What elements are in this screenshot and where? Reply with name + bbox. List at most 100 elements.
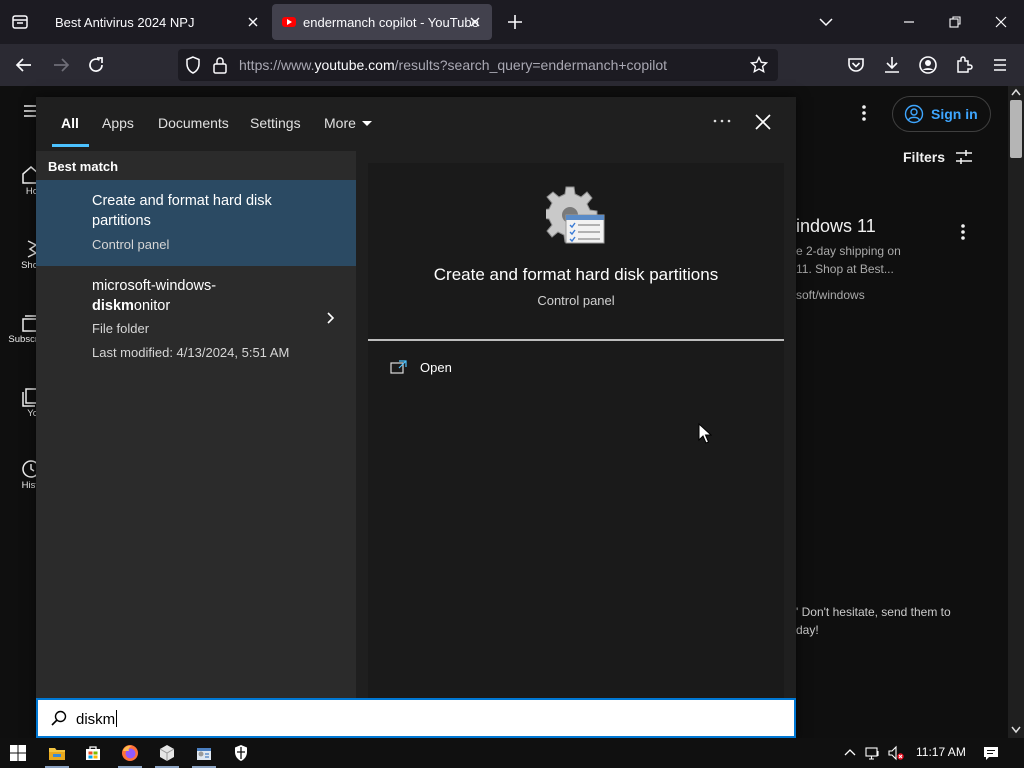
hamburger-icon[interactable] xyxy=(24,102,36,120)
preview-subtitle: Control panel xyxy=(537,293,615,308)
close-icon[interactable] xyxy=(244,13,262,31)
plus-icon[interactable] xyxy=(505,12,525,32)
url-text[interactable]: https://www.youtube.com/results?search_q… xyxy=(239,57,667,73)
more-vert-icon[interactable] xyxy=(960,222,966,242)
open-action[interactable]: Open xyxy=(390,359,452,375)
shield-icon[interactable] xyxy=(184,55,202,75)
tab-more[interactable]: More xyxy=(324,115,372,131)
preview-title: Create and format hard disk partitions xyxy=(433,265,719,284)
home-icon xyxy=(20,164,36,186)
taskbar-package[interactable] xyxy=(149,738,185,768)
sidebar-item-home[interactable]: Ho xyxy=(0,164,36,214)
tab-all[interactable]: All xyxy=(61,115,79,131)
user-circle-icon xyxy=(904,104,924,124)
result-subtitle: Control panel xyxy=(92,237,170,252)
scroll-up-icon[interactable] xyxy=(1011,88,1021,96)
more-vert-icon[interactable] xyxy=(861,103,867,123)
taskbar-file-explorer[interactable] xyxy=(39,738,75,768)
sign-in-label: Sign in xyxy=(931,106,978,122)
menu-icon[interactable] xyxy=(989,54,1011,76)
best-match-heading: Best match xyxy=(48,159,119,174)
network-icon[interactable] xyxy=(865,745,881,761)
result-title-rest: onitor xyxy=(133,298,171,314)
app-icon xyxy=(197,748,211,760)
sidebar-label: Subscr xyxy=(8,334,36,345)
active-tab-indicator xyxy=(52,144,89,147)
taskbar-security[interactable] xyxy=(223,738,259,768)
tab-list-icon[interactable] xyxy=(8,10,32,34)
url-path: /results?search_query=endermanch+copilot xyxy=(394,57,668,73)
video-description: e 2-day shipping on xyxy=(796,244,901,258)
star-icon[interactable] xyxy=(749,55,769,75)
result-item-selected[interactable]: Create and format hard disk partitions C… xyxy=(36,180,356,266)
tab-settings[interactable]: Settings xyxy=(250,115,301,131)
sidebar-label: Ho xyxy=(25,186,36,197)
taskbar-firefox[interactable] xyxy=(112,738,148,768)
windows-search-panel: All Apps Documents Settings More Best ma… xyxy=(36,97,796,740)
volume-muted-icon[interactable] xyxy=(888,745,904,761)
taskbar: 11:17 AM xyxy=(0,738,1024,768)
sidebar-item-history[interactable]: Hist xyxy=(0,458,36,508)
more-options-icon[interactable] xyxy=(712,111,732,131)
video-title[interactable]: indows 11 xyxy=(796,216,876,237)
search-query-text: diskm xyxy=(76,711,116,728)
browser-tab-bar: Best Antivirus 2024 NPJ endermanch copil… xyxy=(0,0,1024,44)
search-results-list: Best match Create and format hard disk p… xyxy=(36,151,356,698)
disk-management-icon xyxy=(546,185,606,247)
filters-button[interactable]: Filters xyxy=(903,148,974,166)
browser-tab-active[interactable]: endermanch copilot - YouTube xyxy=(272,4,492,40)
result-title: microsoft-windows-diskmonitor xyxy=(92,276,312,316)
sidebar-item-subscriptions[interactable]: Subscr xyxy=(0,312,36,362)
lock-icon[interactable] xyxy=(212,55,228,75)
extensions-icon[interactable] xyxy=(953,54,975,76)
filters-label: Filters xyxy=(903,149,946,165)
search-input[interactable]: diskm xyxy=(36,698,796,738)
url-host: youtube.com xyxy=(314,57,395,73)
url-bar[interactable]: https://www.youtube.com/results?search_q… xyxy=(178,49,778,81)
mouse-pointer-icon xyxy=(698,423,712,445)
taskbar-store[interactable] xyxy=(75,738,111,768)
chevron-down-icon[interactable] xyxy=(816,12,836,32)
shorts-icon xyxy=(20,238,36,260)
tab-documents[interactable]: Documents xyxy=(158,115,229,131)
sidebar-label: Yo xyxy=(27,408,36,419)
sidebar-item-you[interactable]: Yo xyxy=(0,386,36,436)
sidebar-item-shorts[interactable]: Sho xyxy=(0,238,36,288)
browser-tab[interactable]: Best Antivirus 2024 NPJ xyxy=(42,4,270,40)
tab-apps[interactable]: Apps xyxy=(102,115,134,131)
close-icon[interactable] xyxy=(466,13,484,31)
download-icon[interactable] xyxy=(881,54,903,76)
file-explorer-icon xyxy=(49,748,65,760)
tab-title: endermanch copilot - YouTube xyxy=(303,14,479,30)
account-icon[interactable] xyxy=(917,54,939,76)
reload-icon[interactable] xyxy=(85,54,107,76)
close-icon[interactable] xyxy=(752,111,774,133)
notification-icon[interactable] xyxy=(983,745,999,761)
text-caret xyxy=(116,710,118,727)
chevron-right-icon[interactable] xyxy=(322,310,338,326)
start-button[interactable] xyxy=(0,738,36,768)
close-window-icon[interactable] xyxy=(991,12,1011,32)
sign-in-button[interactable]: Sign in xyxy=(892,96,991,132)
forward-icon[interactable] xyxy=(50,54,72,76)
chevron-up-icon[interactable] xyxy=(842,745,858,761)
scroll-down-icon[interactable] xyxy=(1011,726,1021,734)
channel-link[interactable]: soft/windows xyxy=(796,288,865,302)
taskbar-app[interactable] xyxy=(186,738,222,768)
tab-title: Best Antivirus 2024 NPJ xyxy=(55,14,195,30)
comment-text: day! xyxy=(796,623,819,637)
restore-icon[interactable] xyxy=(945,12,965,32)
sidebar-label: Sho xyxy=(21,260,36,271)
browser-toolbar: https://www.youtube.com/results?search_q… xyxy=(0,44,1024,86)
pocket-icon[interactable] xyxy=(845,54,867,76)
scroll-thumb[interactable] xyxy=(1010,100,1022,158)
caret-down-icon xyxy=(361,121,372,126)
clock[interactable]: 11:17 AM xyxy=(916,745,966,759)
result-item[interactable]: microsoft-windows-diskmonitor File folde… xyxy=(36,266,356,370)
subscriptions-icon xyxy=(20,312,36,334)
history-icon xyxy=(20,458,36,480)
page-scrollbar[interactable] xyxy=(1008,86,1024,740)
search-icon xyxy=(50,709,68,727)
minimize-icon[interactable] xyxy=(899,12,919,32)
back-icon[interactable] xyxy=(13,54,35,76)
